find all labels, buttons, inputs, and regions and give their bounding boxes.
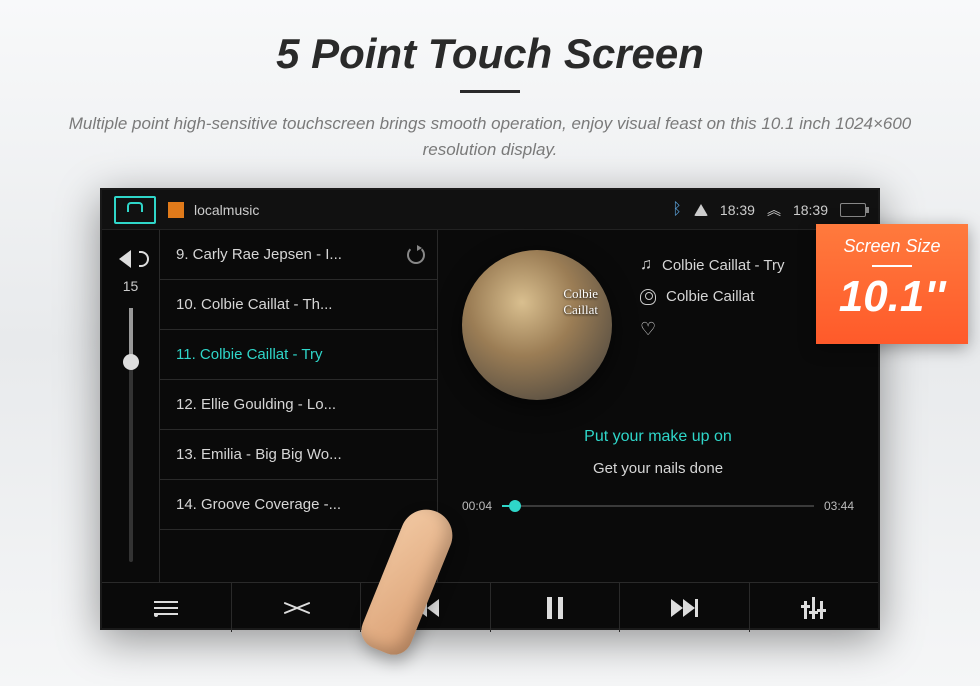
shuffle-button[interactable] [232,583,362,632]
size-badge-value: 10.1'' [826,275,958,319]
playlist-item-label: 11. Colbie Caillat - Try [176,346,322,363]
time-elapsed: 00:04 [462,499,492,513]
bluetooth-icon [672,201,682,219]
progress-track[interactable] [502,505,814,507]
shuffle-icon [283,599,309,617]
playlist-item[interactable]: 9. Carly Rae Jepsen - I... [160,230,437,280]
volume-slider[interactable] [129,308,133,562]
playlist-item[interactable]: 10. Colbie Caillat - Th... [160,280,437,330]
play-pause-button[interactable] [491,583,621,632]
next-button[interactable] [620,583,750,632]
skip-forward-icon [671,599,698,617]
equalizer-button[interactable] [750,583,879,632]
hero-subtitle: Multiple point high-sensitive touchscree… [55,111,925,162]
playlist-item[interactable]: 13. Emilia - Big Big Wo... [160,430,437,480]
skip-back-icon [412,599,439,617]
screen-size-badge: Screen Size 10.1'' [816,224,968,344]
playlist-item-label: 12. Ellie Goulding - Lo... [176,396,336,413]
volume-panel: 15 [102,230,160,582]
status-time-secondary: 18:39 [793,202,828,218]
title-underline [460,90,520,93]
lyrics: Put your make up on Get your nails done [462,428,854,477]
status-title: localmusic [194,202,259,218]
wifi-icon [694,204,708,216]
time-duration: 03:44 [824,499,854,513]
device-frame: localmusic 18:39 18:39 15 9. Carly Rae J… [100,188,880,630]
size-badge-title: Screen Size [826,236,958,257]
playlist-button[interactable] [102,583,232,632]
lyric-current: Put your make up on [462,428,854,446]
app-icon [168,202,184,218]
music-note-icon [640,256,652,274]
hero-title: 5 Point Touch Screen [0,0,980,78]
progress-thumb[interactable] [509,500,521,512]
loop-icon [407,246,425,264]
status-time-primary: 18:39 [720,202,755,218]
lyric-next: Get your nails done [462,460,854,477]
home-button[interactable] [114,196,156,224]
now-playing-panel: Colbie Caillat Colbie Caillat - Try Colb… [438,230,878,582]
playlist: 9. Carly Rae Jepsen - I... 10. Colbie Cai… [160,230,438,582]
album-text-line1: Colbie [563,286,598,302]
playlist-item-label: 9. Carly Rae Jepsen - I... [176,246,342,263]
volume-icon[interactable] [119,250,143,268]
album-text-line2: Caillat [563,302,598,318]
progress-bar[interactable]: 00:04 03:44 [462,499,854,513]
control-bar [102,582,878,632]
playlist-item-label: 14. Groove Coverage -... [176,496,341,513]
playlist-item[interactable]: 12. Ellie Goulding - Lo... [160,380,437,430]
chevron-up-icon[interactable] [767,200,781,220]
playlist-item[interactable]: 14. Groove Coverage -... [160,480,437,530]
pause-icon [547,597,563,619]
previous-button[interactable] [361,583,491,632]
album-art[interactable]: Colbie Caillat [462,250,612,400]
playlist-item-label: 13. Emilia - Big Big Wo... [176,446,342,463]
battery-icon [840,203,866,217]
track-title: Colbie Caillat - Try [662,257,785,274]
playlist-item[interactable]: 11. Colbie Caillat - Try [160,330,437,380]
artist-name: Colbie Caillat [666,288,754,305]
volume-level: 15 [123,278,139,294]
equalizer-icon [804,597,823,619]
playlist-item-label: 10. Colbie Caillat - Th... [176,296,332,313]
status-bar: localmusic 18:39 18:39 [102,190,878,230]
volume-thumb[interactable] [123,354,139,370]
list-icon [154,601,178,615]
person-icon [640,289,656,305]
heart-icon[interactable] [640,319,656,340]
